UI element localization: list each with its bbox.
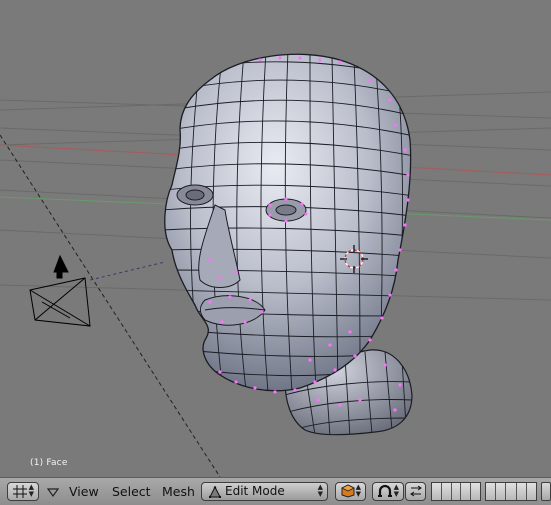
updown-arrows-icon: ▲ ▼ <box>28 483 34 498</box>
mode-dropdown[interactable]: Edit Mode ▲ ▼ <box>201 482 328 501</box>
menu-view[interactable]: View <box>69 483 99 500</box>
updown-arrows-icon: ▲ ▼ <box>355 483 361 498</box>
layer-button[interactable] <box>432 483 442 500</box>
manipulator-toggle[interactable] <box>405 482 426 501</box>
layer-button[interactable] <box>516 483 527 500</box>
updown-arrows-icon: ▲ ▼ <box>317 483 323 498</box>
layers-group-1[interactable] <box>431 482 481 501</box>
head-mesh <box>164 54 411 391</box>
editor-type-selector[interactable]: ▲ ▼ <box>7 482 39 501</box>
pivot-icon <box>378 484 392 497</box>
draw-type-selector[interactable]: ▲ ▼ <box>335 482 366 501</box>
layer-button[interactable] <box>471 483 480 500</box>
layers-group-2[interactable] <box>485 482 537 501</box>
layer-button[interactable] <box>526 483 537 500</box>
mode-label: Edit Mode <box>225 484 285 498</box>
eye-left <box>265 198 307 222</box>
solid-shading-icon <box>341 484 355 498</box>
viewport-header: ▲ ▼ View Select Mesh Edit Mode ▲ ▼ ▲ ▼ ▲ ▼ <box>0 477 551 505</box>
menu-select[interactable]: Select <box>112 483 151 500</box>
object-info-label: (1) Face <box>30 458 68 468</box>
3d-viewport[interactable]: (1) Face <box>0 0 551 477</box>
layer-button[interactable] <box>441 483 452 500</box>
viewport-canvas[interactable] <box>0 0 551 477</box>
pivot-selector[interactable]: ▲ ▼ <box>372 482 404 501</box>
layer-button[interactable] <box>451 483 462 500</box>
camera-object <box>29 254 91 327</box>
manipulator-icon <box>410 485 422 497</box>
grid-icon <box>13 485 27 498</box>
updown-arrows-icon: ▲ ▼ <box>393 483 399 498</box>
layer-button[interactable] <box>461 483 472 500</box>
layer-lock-button[interactable] <box>541 482 551 501</box>
edit-mode-icon <box>209 486 221 498</box>
collapse-menus-icon[interactable] <box>47 488 59 498</box>
layer-button[interactable] <box>496 483 507 500</box>
eye-right <box>176 184 214 206</box>
layer-button[interactable] <box>506 483 517 500</box>
layer-button[interactable] <box>486 483 497 500</box>
menu-mesh[interactable]: Mesh <box>162 483 195 500</box>
